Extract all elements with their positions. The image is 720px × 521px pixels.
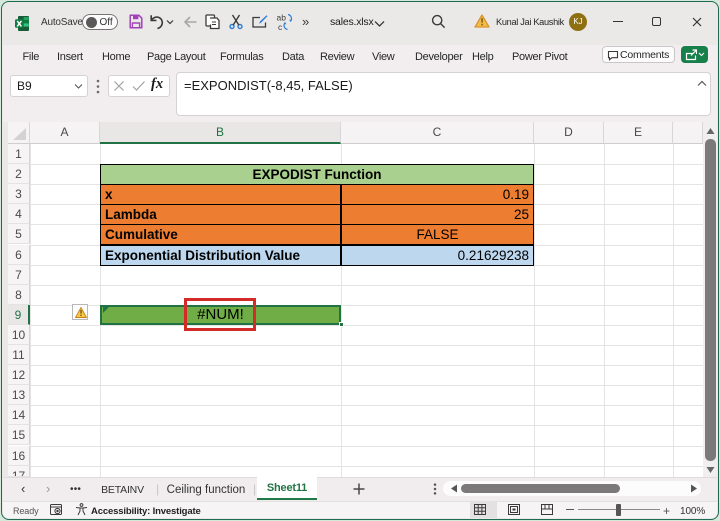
svg-text:c: c — [278, 22, 283, 31]
